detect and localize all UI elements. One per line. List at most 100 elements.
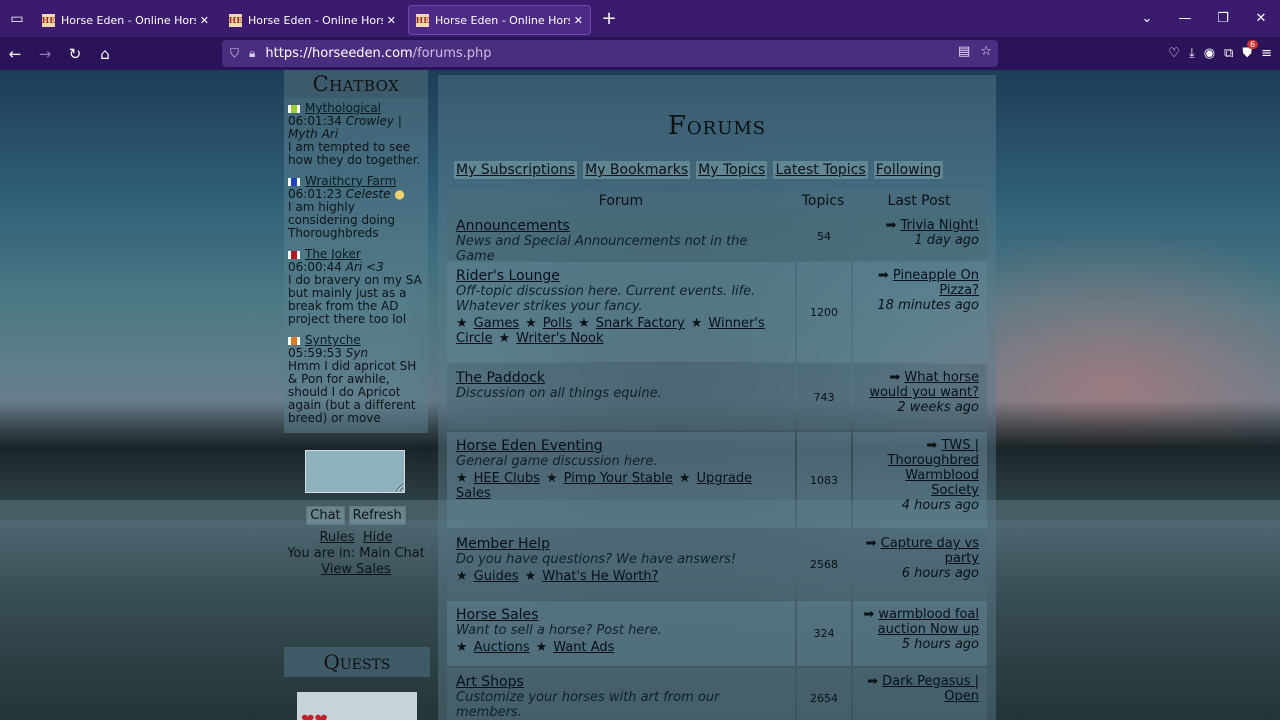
subnav-latest[interactable]: Latest Topics	[773, 161, 868, 179]
subforum-link[interactable]: Polls	[543, 316, 572, 331]
chat-user-link[interactable]: Syntyche	[305, 333, 361, 347]
forum-name-link[interactable]: Rider's Lounge	[456, 268, 786, 284]
chat-time: 05:59:53	[288, 346, 342, 360]
rules-link[interactable]: Rules	[320, 530, 355, 545]
page-title: Forums	[667, 111, 767, 141]
menu-icon[interactable]: ≡	[1261, 46, 1272, 61]
chat-button[interactable]: Chat	[306, 506, 345, 525]
last-post-link[interactable]: warmblood foal auction Now up	[878, 607, 979, 637]
subforum-link[interactable]: Want Ads	[553, 640, 614, 655]
subforum-list: ★ Guides ★ What's He Worth?	[456, 569, 659, 584]
subforum-list: ★ Auctions ★ Want Ads	[456, 640, 615, 655]
subforum-link[interactable]: Auctions	[474, 640, 530, 655]
forum-name-link[interactable]: Horse Eden Eventing	[456, 438, 786, 454]
minimize-icon[interactable]: —	[1166, 11, 1204, 26]
flag-icon	[288, 250, 300, 259]
ublock-icon[interactable]: ⛊ 6	[1242, 40, 1259, 61]
chat-message: The Joker 06:00:44 Ari <3 I do bravery o…	[288, 248, 424, 326]
view-sales-link[interactable]: View Sales	[321, 562, 391, 577]
forum-name-link[interactable]: Announcements	[456, 218, 786, 234]
forward-icon[interactable]: →	[30, 39, 60, 69]
tab-title: Horse Eden - Online Horse Game	[435, 13, 570, 27]
last-post-cell: ➡ Capture day vs party 6 hours ago	[853, 530, 987, 599]
topic-count: 2568	[797, 530, 851, 599]
tab-list-icon[interactable]: ▭	[0, 0, 34, 37]
last-post-cell: ➡ Dark Pegasus | Open	[853, 668, 987, 720]
chatbox-messages[interactable]: Mythological 06:01:34 Crowley | Myth Ari…	[284, 98, 428, 433]
forum-description: Customize your horses with art from our …	[456, 690, 720, 720]
topic-count: 1083	[797, 432, 851, 528]
arrow-icon: ➡	[926, 438, 942, 453]
shield-icon[interactable]: ⛉	[230, 46, 239, 61]
sidebar: Chatbox Mythological 06:01:34 Crowley | …	[284, 70, 430, 720]
chat-user-link[interactable]: Mythological	[305, 101, 381, 115]
account-icon[interactable]: ◉	[1204, 46, 1215, 61]
table-row: The Paddock Discussion on all things equi…	[447, 364, 987, 430]
tab-2[interactable]: HE Horse Eden - Online Horse Game ✕	[221, 5, 404, 35]
forum-name-link[interactable]: Member Help	[456, 536, 786, 552]
close-icon[interactable]: ✕	[200, 14, 209, 27]
forum-name-link[interactable]: Horse Sales	[456, 607, 786, 623]
last-post-link[interactable]: Pineapple On Pizza?	[893, 268, 979, 298]
chat-buttons: Chat Refresh	[284, 506, 428, 525]
bookmark-star-icon[interactable]: ☆	[980, 44, 992, 59]
pocket-icon[interactable]: ♡	[1168, 46, 1180, 61]
subforum-list: ★ Games ★ Polls ★ Snark Factory ★ Winner's Circ…	[456, 316, 765, 346]
extensions-icon[interactable]: ⧉	[1224, 46, 1233, 61]
subforum-link[interactable]: Guides	[474, 569, 519, 584]
flag-icon	[288, 336, 300, 345]
url-bar[interactable]: ⛉ 🔒︎ https://horseeden.com/forums.php ▤ …	[222, 40, 998, 67]
subnav-subscriptions[interactable]: My Subscriptions	[454, 161, 578, 179]
reload-icon[interactable]: ↻	[60, 39, 90, 69]
subforum-link[interactable]: HEE Clubs	[474, 471, 540, 486]
window-controls: ⌄ — ❐ ✕	[1128, 0, 1280, 37]
restore-icon[interactable]: ❐	[1204, 11, 1242, 26]
tab-1[interactable]: HE Horse Eden - Online Horse Game ✕	[34, 5, 217, 35]
reader-view-icon[interactable]: ▤	[958, 44, 970, 59]
close-window-icon[interactable]: ✕	[1242, 11, 1280, 26]
chat-user-link[interactable]: The Joker	[305, 247, 361, 261]
last-post-link[interactable]: Trivia Night!	[900, 218, 979, 233]
last-post-link[interactable]: What horse would you want?	[869, 370, 979, 400]
back-icon[interactable]: ←	[0, 39, 30, 69]
topic-count: 1200	[797, 262, 851, 362]
lock-icon[interactable]: 🔒︎	[249, 46, 255, 61]
new-tab-icon[interactable]: +	[595, 8, 623, 29]
favicon-icon: HE	[415, 13, 430, 27]
tab-3-active[interactable]: HE Horse Eden - Online Horse Game ✕	[408, 5, 591, 35]
arrow-icon: ➡	[867, 674, 883, 689]
close-icon[interactable]: ✕	[387, 14, 396, 27]
subforum-link[interactable]: Snark Factory	[596, 316, 685, 331]
quest-image[interactable]: ❤❤	[297, 692, 417, 720]
chat-nick: Ari <3	[345, 260, 384, 274]
hide-link[interactable]: Hide	[363, 530, 393, 545]
subnav-following[interactable]: Following	[873, 161, 944, 179]
subforum-link[interactable]: Pimp Your Stable	[564, 471, 673, 486]
last-post-time: 1 day ago	[914, 233, 979, 248]
last-post-link[interactable]: Dark Pegasus | Open	[882, 674, 979, 704]
table-row: Art Shops Customize your horses with art …	[447, 668, 987, 720]
chat-input[interactable]	[305, 450, 405, 493]
refresh-button[interactable]: Refresh	[348, 506, 406, 525]
header-topics: Topics	[801, 192, 845, 209]
flag-icon	[288, 177, 300, 186]
chat-text: I do bravery on my SA but mainly just as…	[288, 273, 422, 326]
subforum-link[interactable]: Games	[474, 316, 519, 331]
close-icon[interactable]: ✕	[574, 14, 583, 27]
subforum-link[interactable]: What's He Worth?	[542, 569, 658, 584]
subforum-link[interactable]: Writer's Nook	[516, 331, 603, 346]
subnav-topics[interactable]: My Topics	[696, 161, 768, 179]
table-row: Horse Eden Eventing General game discussi…	[447, 432, 987, 528]
download-icon[interactable]: ⤓	[1189, 46, 1195, 61]
last-post-link[interactable]: Capture day vs party	[881, 536, 979, 566]
forum-description: Do you have questions? We have answers!	[456, 552, 737, 567]
subnav-bookmarks[interactable]: My Bookmarks	[583, 161, 691, 179]
home-icon[interactable]: ⌂	[90, 39, 120, 69]
chevron-down-icon[interactable]: ⌄	[1128, 11, 1166, 26]
forum-name-link[interactable]: The Paddock	[456, 370, 786, 386]
forum-name-link[interactable]: Art Shops	[456, 674, 786, 690]
page-viewport: Chatbox Mythological 06:01:34 Crowley | …	[0, 70, 1280, 720]
last-post-time: 2 weeks ago	[897, 400, 979, 415]
chat-user-link[interactable]: Wraithcry Farm	[305, 174, 396, 188]
chat-message: Syntyche 05:59:53 Syn Hmm I did apricot …	[288, 334, 424, 425]
